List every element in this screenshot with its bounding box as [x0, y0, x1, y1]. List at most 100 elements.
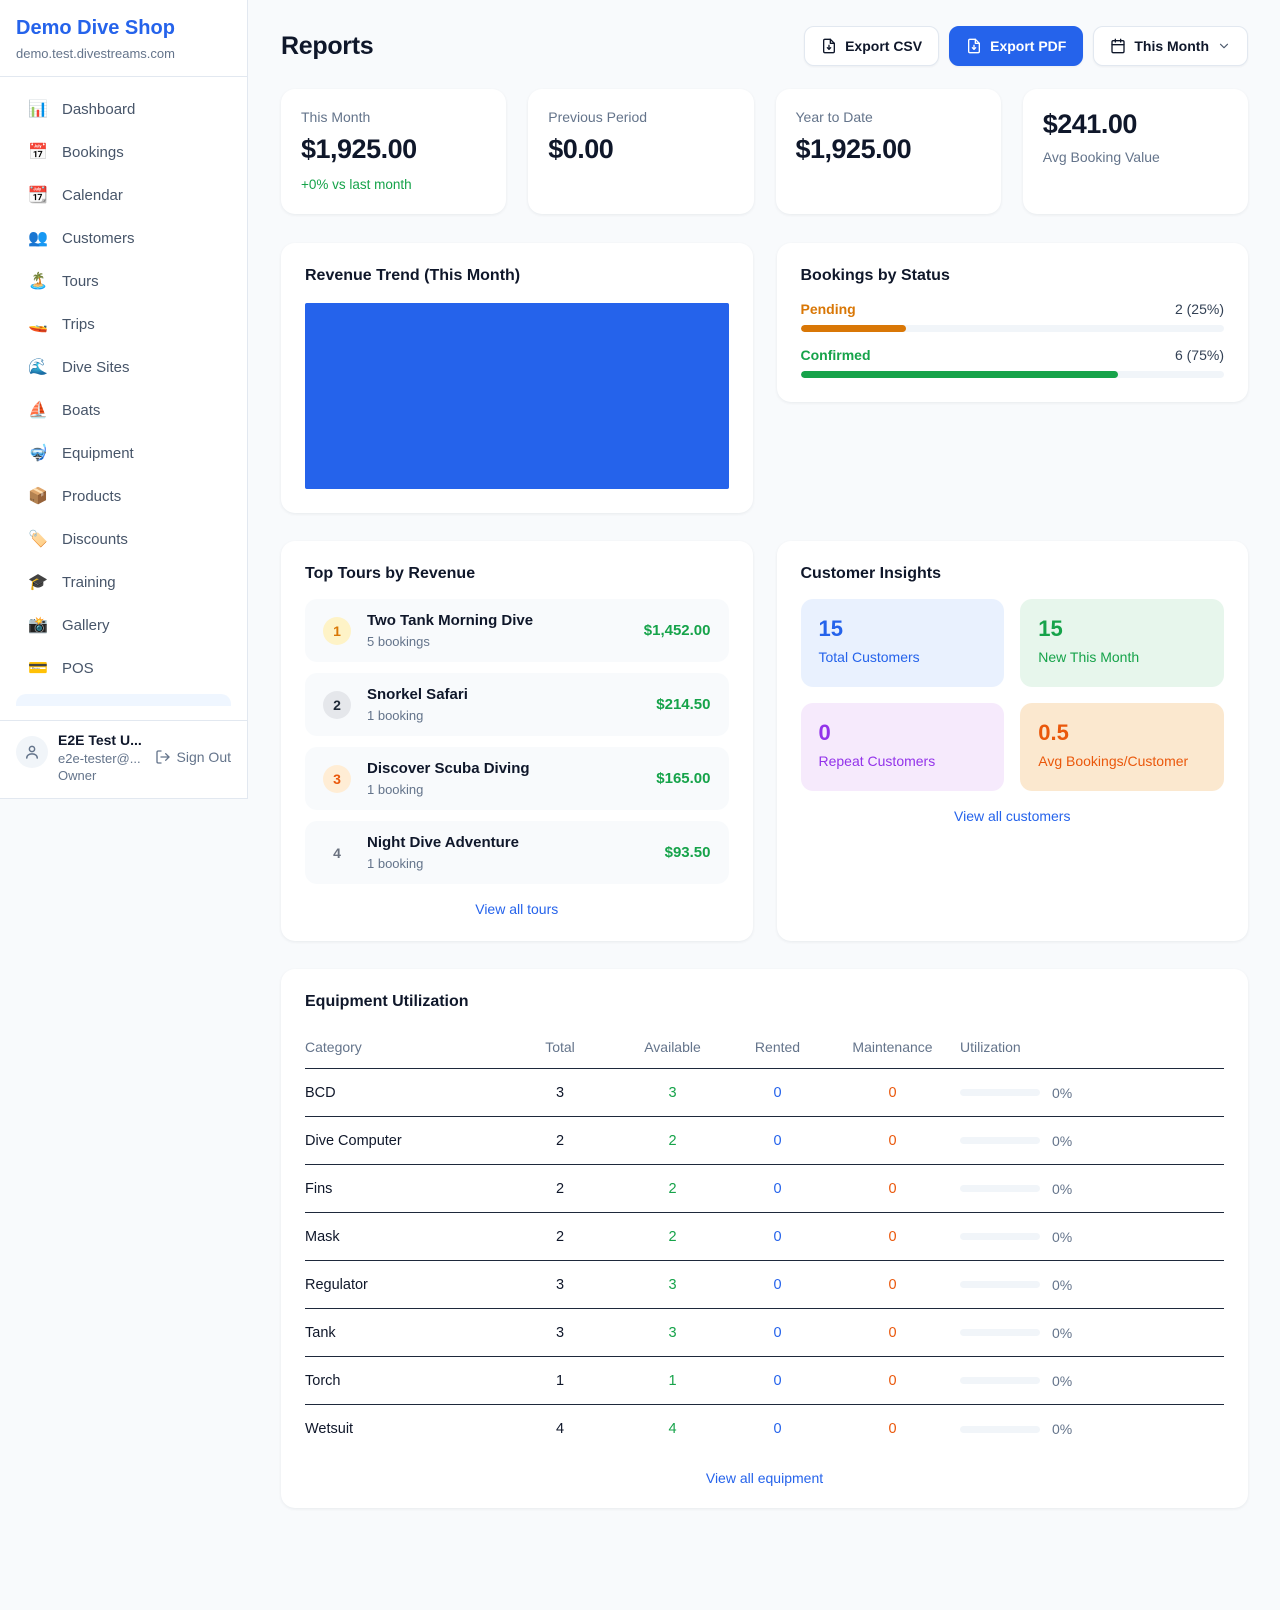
sidebar-item-calendar[interactable]: 📆 Calendar — [12, 178, 235, 212]
sidebar-item-label: Discounts — [62, 531, 128, 548]
page-header: Reports Export CSV Export PDF — [281, 26, 1248, 66]
sidebar-item-bookings[interactable]: 📅 Bookings — [12, 135, 235, 169]
sidebar-item-discounts[interactable]: 🏷️ Discounts — [12, 522, 235, 556]
graduation-cap-icon: 🎓 — [28, 572, 48, 592]
utilization-percent: 0% — [1052, 1085, 1072, 1101]
sidebar-item-label: Training — [62, 574, 116, 591]
tour-name: Discover Scuba Diving — [367, 760, 530, 777]
view-all-tours-link[interactable]: View all tours — [305, 901, 729, 917]
utilization-bar — [960, 1185, 1040, 1192]
export-csv-button[interactable]: Export CSV — [804, 26, 939, 66]
user-role: Owner — [58, 767, 145, 784]
view-all-equipment-link[interactable]: View all equipment — [305, 1470, 1224, 1486]
equipment-maintenance: 0 — [825, 1181, 960, 1197]
customer-insights-card: Customer Insights 15 Total Customers 15 … — [777, 541, 1249, 941]
tour-name: Two Tank Morning Dive — [367, 612, 533, 629]
equipment-total: 1 — [505, 1373, 615, 1389]
equipment-available: 2 — [615, 1181, 730, 1197]
sidebar-item-dive-sites[interactable]: 🌊 Dive Sites — [12, 350, 235, 384]
tour-bookings: 1 booking — [367, 856, 649, 871]
tile-label: New This Month — [1038, 649, 1206, 665]
shop-name: Demo Dive Shop — [16, 17, 231, 40]
export-pdf-button[interactable]: Export PDF — [949, 26, 1083, 66]
equipment-rented: 0 — [730, 1133, 825, 1149]
export-csv-label: Export CSV — [845, 38, 922, 54]
sign-out-button[interactable]: Sign Out — [155, 749, 231, 765]
stat-card-previous-period: Previous Period $0.00 — [528, 89, 753, 214]
status-row-confirmed: Confirmed 6 (75%) — [801, 347, 1225, 378]
equipment-maintenance: 0 — [825, 1229, 960, 1245]
progress-track — [801, 325, 1225, 332]
stat-label: Year to Date — [796, 109, 981, 125]
card-title: Customer Insights — [801, 565, 1225, 583]
sidebar-item-pos[interactable]: 💳 POS — [12, 651, 235, 685]
sidebar-item-training[interactable]: 🎓 Training — [12, 565, 235, 599]
package-icon: 📦 — [28, 486, 48, 506]
equipment-total: 3 — [505, 1085, 615, 1101]
status-row-pending: Pending 2 (25%) — [801, 301, 1225, 332]
charts-row: Revenue Trend (This Month) Bookings by S… — [281, 243, 1248, 513]
stat-value: $1,925.00 — [301, 134, 486, 165]
camera-icon: 📸 — [28, 615, 48, 635]
equipment-rented: 0 — [730, 1325, 825, 1341]
equipment-rented: 0 — [730, 1181, 825, 1197]
tile-new-this-month: 15 New This Month — [1020, 599, 1224, 687]
equipment-total: 2 — [505, 1229, 615, 1245]
file-download-icon — [966, 38, 982, 54]
tile-label: Avg Bookings/Customer — [1038, 753, 1206, 769]
calendar-icon — [1110, 38, 1126, 54]
stat-label: Avg Booking Value — [1043, 149, 1228, 165]
equipment-total: 4 — [505, 1421, 615, 1437]
equipment-category: BCD — [305, 1085, 505, 1101]
sidebar-item-trips[interactable]: 🚤 Trips — [12, 307, 235, 341]
utilization-percent: 0% — [1052, 1421, 1072, 1437]
user-info: E2E Test U... e2e-tester@... Owner — [58, 732, 145, 784]
col-total: Total — [505, 1039, 615, 1055]
person-icon — [23, 743, 41, 761]
sidebar-item-label: Tours — [62, 273, 99, 290]
equipment-available: 4 — [615, 1421, 730, 1437]
diving-mask-icon: 🤿 — [28, 443, 48, 463]
equipment-maintenance: 0 — [825, 1373, 960, 1389]
equipment-maintenance: 0 — [825, 1085, 960, 1101]
tour-row: 2 Snorkel Safari 1 booking $214.50 — [305, 673, 729, 736]
utilization-bar — [960, 1426, 1040, 1433]
equipment-available: 2 — [615, 1133, 730, 1149]
tile-repeat-customers: 0 Repeat Customers — [801, 703, 1005, 791]
stat-card-avg-booking-value: $241.00 Avg Booking Value — [1023, 89, 1248, 214]
sidebar-item-label: Gallery — [62, 617, 110, 634]
sidebar-item-customers[interactable]: 👥 Customers — [12, 221, 235, 255]
tour-revenue: $93.50 — [665, 844, 711, 861]
calendar-icon: 📆 — [28, 185, 48, 205]
period-dropdown[interactable]: This Month — [1093, 26, 1248, 66]
status-label: Pending — [801, 301, 856, 317]
tile-total-customers: 15 Total Customers — [801, 599, 1005, 687]
island-icon: 🏝️ — [28, 271, 48, 291]
table-row: Mask 2 2 0 0 0% — [305, 1213, 1224, 1261]
insights-grid: 15 Total Customers 15 New This Month 0 R… — [801, 599, 1225, 791]
utilization-bar — [960, 1137, 1040, 1144]
bookings-by-status-card: Bookings by Status Pending 2 (25%) Confi… — [777, 243, 1249, 402]
view-all-customers-link[interactable]: View all customers — [801, 808, 1225, 824]
equipment-category: Regulator — [305, 1277, 505, 1293]
sidebar-item-boats[interactable]: ⛵ Boats — [12, 393, 235, 427]
tile-label: Total Customers — [819, 649, 987, 665]
sidebar-item-gallery[interactable]: 📸 Gallery — [12, 608, 235, 642]
utilization-bar — [960, 1089, 1040, 1096]
tour-name: Night Dive Adventure — [367, 834, 519, 851]
stat-card-this-month: This Month $1,925.00 +0% vs last month — [281, 89, 506, 214]
table-header: Category Total Available Rented Maintena… — [305, 1027, 1224, 1069]
dashboard-icon: 📊 — [28, 99, 48, 119]
sidebar-item-reports-partial[interactable] — [16, 694, 231, 706]
equipment-available: 3 — [615, 1325, 730, 1341]
sign-out-label: Sign Out — [177, 749, 231, 765]
col-category: Category — [305, 1039, 505, 1055]
sidebar-item-dashboard[interactable]: 📊 Dashboard — [12, 92, 235, 126]
col-utilization: Utilization — [960, 1039, 1224, 1055]
sidebar-item-tours[interactable]: 🏝️ Tours — [12, 264, 235, 298]
table-row: Fins 2 2 0 0 0% — [305, 1165, 1224, 1213]
sidebar-item-products[interactable]: 📦 Products — [12, 479, 235, 513]
tour-bookings: 5 bookings — [367, 634, 628, 649]
sidebar-item-equipment[interactable]: 🤿 Equipment — [12, 436, 235, 470]
utilization-percent: 0% — [1052, 1373, 1072, 1389]
